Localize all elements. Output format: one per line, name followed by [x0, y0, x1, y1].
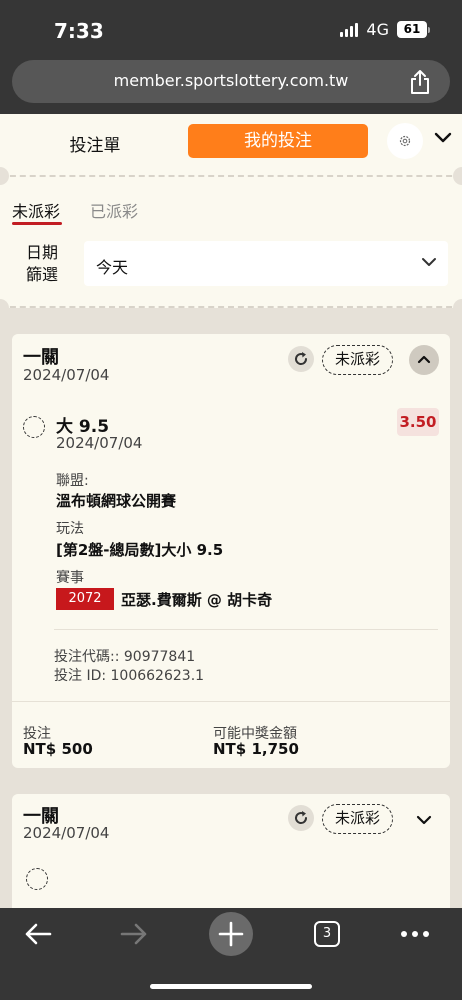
divider: [0, 306, 462, 308]
home-indicator: [150, 984, 312, 989]
refresh-icon: [295, 811, 308, 824]
refresh-button[interactable]: [288, 805, 314, 831]
league-label: 聯盟:: [56, 473, 89, 489]
new-tab-button[interactable]: [209, 912, 253, 956]
bet-date: 2024/07/04: [23, 366, 110, 384]
status-badge: 未派彩: [322, 804, 394, 834]
market-value: [第2盤-總局數]大小 9.5: [56, 541, 224, 559]
bet-code: 投注代碼:: 90977841: [54, 649, 196, 665]
url-text[interactable]: member.sportslottery.com.tw: [12, 71, 450, 90]
stake-value: NT$ 500: [23, 740, 93, 758]
chevron-down-icon: [422, 258, 436, 266]
event-label: 賽事: [56, 570, 84, 586]
url-bar[interactable]: member.sportslottery.com.tw: [12, 60, 450, 103]
chevron-down-icon[interactable]: [434, 132, 452, 144]
date-filter-label: 日期 篩選: [25, 243, 58, 284]
refresh-icon: [295, 352, 308, 365]
bet-card: 一關 2024/07/04 未派彩 大 9.5 2024/07/04 3.50 …: [12, 334, 450, 768]
status-badge: 未派彩: [322, 345, 394, 375]
signal-icon: [340, 22, 359, 37]
more-icon[interactable]: [400, 930, 430, 938]
chevron-up-icon: [417, 355, 431, 364]
chevron-down-icon[interactable]: [415, 811, 433, 829]
market-label: 玩法: [56, 521, 84, 537]
network-type: 4G: [366, 20, 389, 39]
league-value: 溫布頓網球公開賽: [56, 492, 177, 510]
bet-card: 一關 2024/07/04 未派彩: [12, 794, 450, 908]
tab-active-indicator: [12, 222, 62, 225]
share-icon[interactable]: [408, 69, 432, 95]
bet-id: 投注 ID: 100662623.1: [54, 668, 205, 684]
payout-value: NT$ 1,750: [213, 740, 299, 758]
tab-my-bets[interactable]: 我的投注: [188, 124, 368, 158]
browser-toolbar: 3: [0, 908, 462, 1000]
battery-level: 61: [397, 21, 427, 38]
back-arrow-icon[interactable]: [24, 922, 52, 946]
forward-arrow-icon[interactable]: [120, 922, 148, 946]
collapse-button[interactable]: [409, 345, 439, 375]
status-time: 7:33: [54, 19, 104, 43]
divider: [0, 175, 462, 177]
bet-date: 2024/07/04: [23, 824, 110, 842]
tab-unpaid[interactable]: 未派彩: [12, 198, 60, 222]
tab-paid[interactable]: 已派彩: [90, 198, 138, 222]
refresh-button[interactable]: [288, 346, 314, 372]
top-panel: 投注單 我的投注 未派彩 已派彩 日期 篩選 今天: [0, 114, 462, 308]
event-name: 亞瑟.費爾斯 @ 胡卡奇: [121, 591, 273, 609]
divider: [12, 701, 450, 702]
tabs-button[interactable]: 3: [314, 921, 340, 947]
tab-bet-slip[interactable]: 投注單: [40, 131, 150, 156]
selection-checkbox[interactable]: [26, 868, 48, 890]
date-filter-value: 今天: [96, 258, 129, 277]
date-filter-select[interactable]: 今天: [84, 241, 448, 286]
plus-icon: [218, 921, 244, 947]
gear-icon: [399, 135, 411, 147]
event-code-badge: 2072: [56, 588, 114, 610]
page-content: 投注單 我的投注 未派彩 已派彩 日期 篩選 今天 一關 2024/07/04 …: [0, 114, 462, 908]
odds-badge: 3.50: [397, 408, 439, 436]
divider: [54, 629, 438, 630]
status-indicators: 4G 61: [340, 20, 430, 39]
battery-icon: 61: [397, 21, 430, 38]
browser-top-bar: 7:33 4G 61 member.sportslottery.com.tw: [0, 0, 462, 114]
selection-checkbox[interactable]: [23, 416, 45, 438]
selection-date: 2024/07/04: [56, 434, 143, 452]
settings-button[interactable]: [387, 123, 423, 159]
